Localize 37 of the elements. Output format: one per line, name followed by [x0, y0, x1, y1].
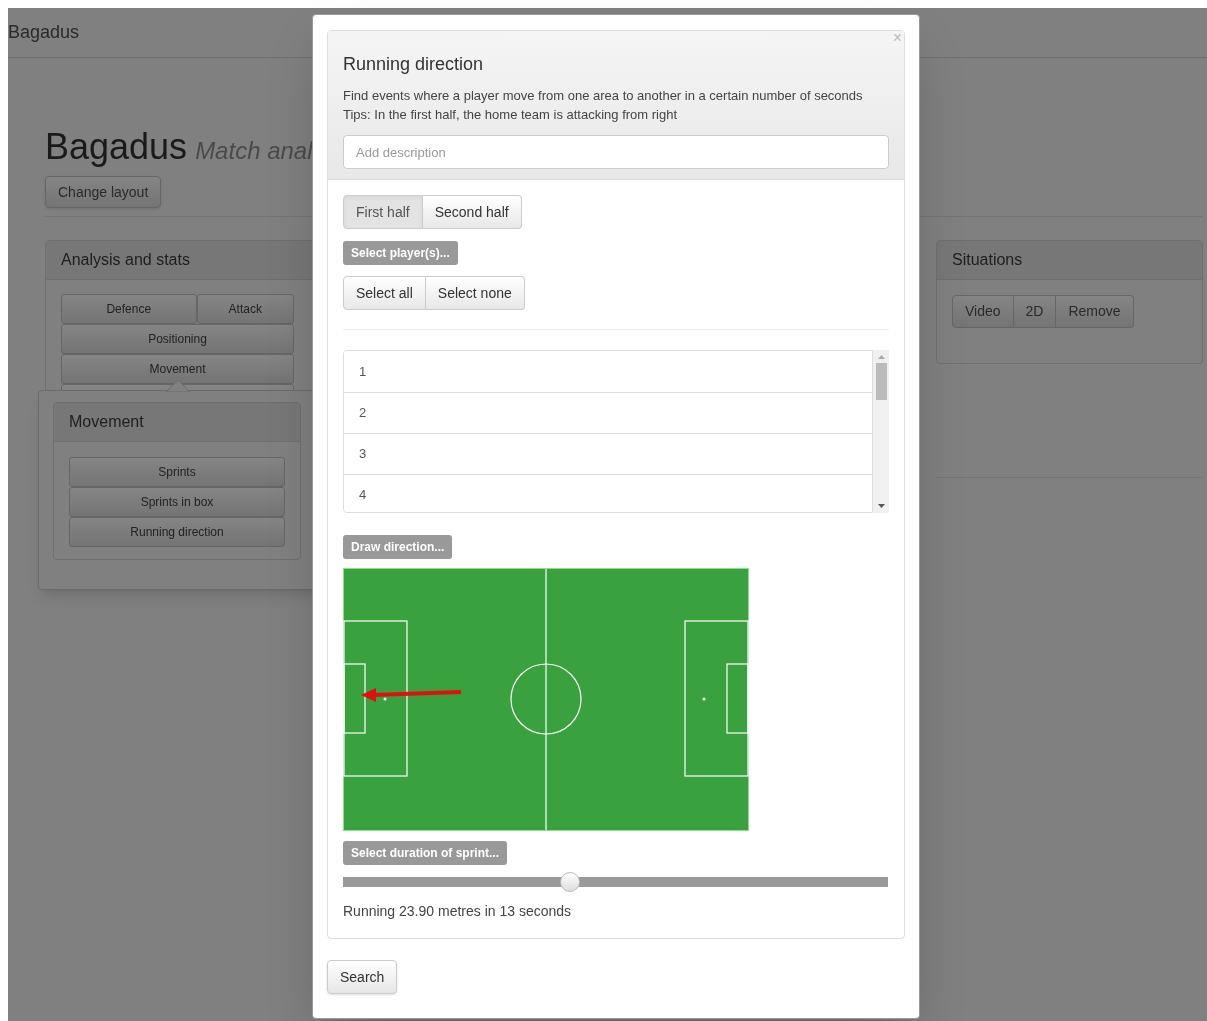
analysis-button[interactable]: Positioning	[61, 324, 294, 354]
modal-tip: Tips: In the first half, the home team is attacking from right	[343, 106, 679, 124]
situation-button[interactable]: Remove	[1056, 295, 1134, 328]
section-label: Select duration of sprint...	[343, 841, 507, 865]
half-tab[interactable]: Second half	[422, 195, 522, 229]
situation-button[interactable]: 2D	[1013, 295, 1057, 328]
duration-slider[interactable]	[343, 872, 888, 892]
select-button[interactable]: Select all	[343, 276, 426, 310]
page-title: Bagadus	[45, 125, 188, 169]
pitch-drawing[interactable]	[343, 568, 749, 831]
section-label: Draw direction...	[343, 535, 453, 559]
analysis-button[interactable]: Attack	[196, 294, 294, 324]
scroll-up-icon[interactable]	[877, 355, 885, 359]
movement-option-button[interactable]: Running direction	[69, 517, 285, 547]
situation-button[interactable]: Video	[952, 295, 1014, 328]
movement-option-button[interactable]: Sprints	[69, 457, 285, 487]
navbar-brand[interactable]: Bagadus	[8, 19, 80, 46]
description-field[interactable]: Add description	[343, 135, 889, 169]
slider-thumb[interactable]	[560, 872, 581, 892]
duration-reading: Running 23.90 metres in 13 seconds	[343, 902, 573, 921]
search-button[interactable]: Search	[327, 960, 398, 994]
panel-title: Situations	[952, 250, 1023, 270]
scrollbar[interactable]	[873, 350, 889, 513]
change-layout-button[interactable]: Change layout	[45, 176, 162, 208]
player-list-item[interactable]: 4	[344, 474, 872, 512]
half-tab[interactable]: First half	[343, 195, 423, 229]
modal-description: Find events where a player move from one area to another in a certain number of seconds	[343, 87, 864, 105]
analysis-button[interactable]: Movement	[61, 354, 294, 384]
select-button[interactable]: Select none	[425, 276, 525, 310]
section-label: Select player(s)...	[343, 241, 458, 265]
popover-title: Movement	[69, 412, 144, 432]
panel-title: Analysis and stats	[61, 250, 190, 270]
modal-title: Running direction	[343, 53, 485, 76]
analysis-button[interactable]: Defence	[61, 294, 197, 324]
scroll-down-icon[interactable]	[877, 504, 885, 508]
scrollbar-thumb[interactable]	[875, 363, 887, 400]
movement-option-button[interactable]: Sprints in box	[69, 487, 285, 517]
